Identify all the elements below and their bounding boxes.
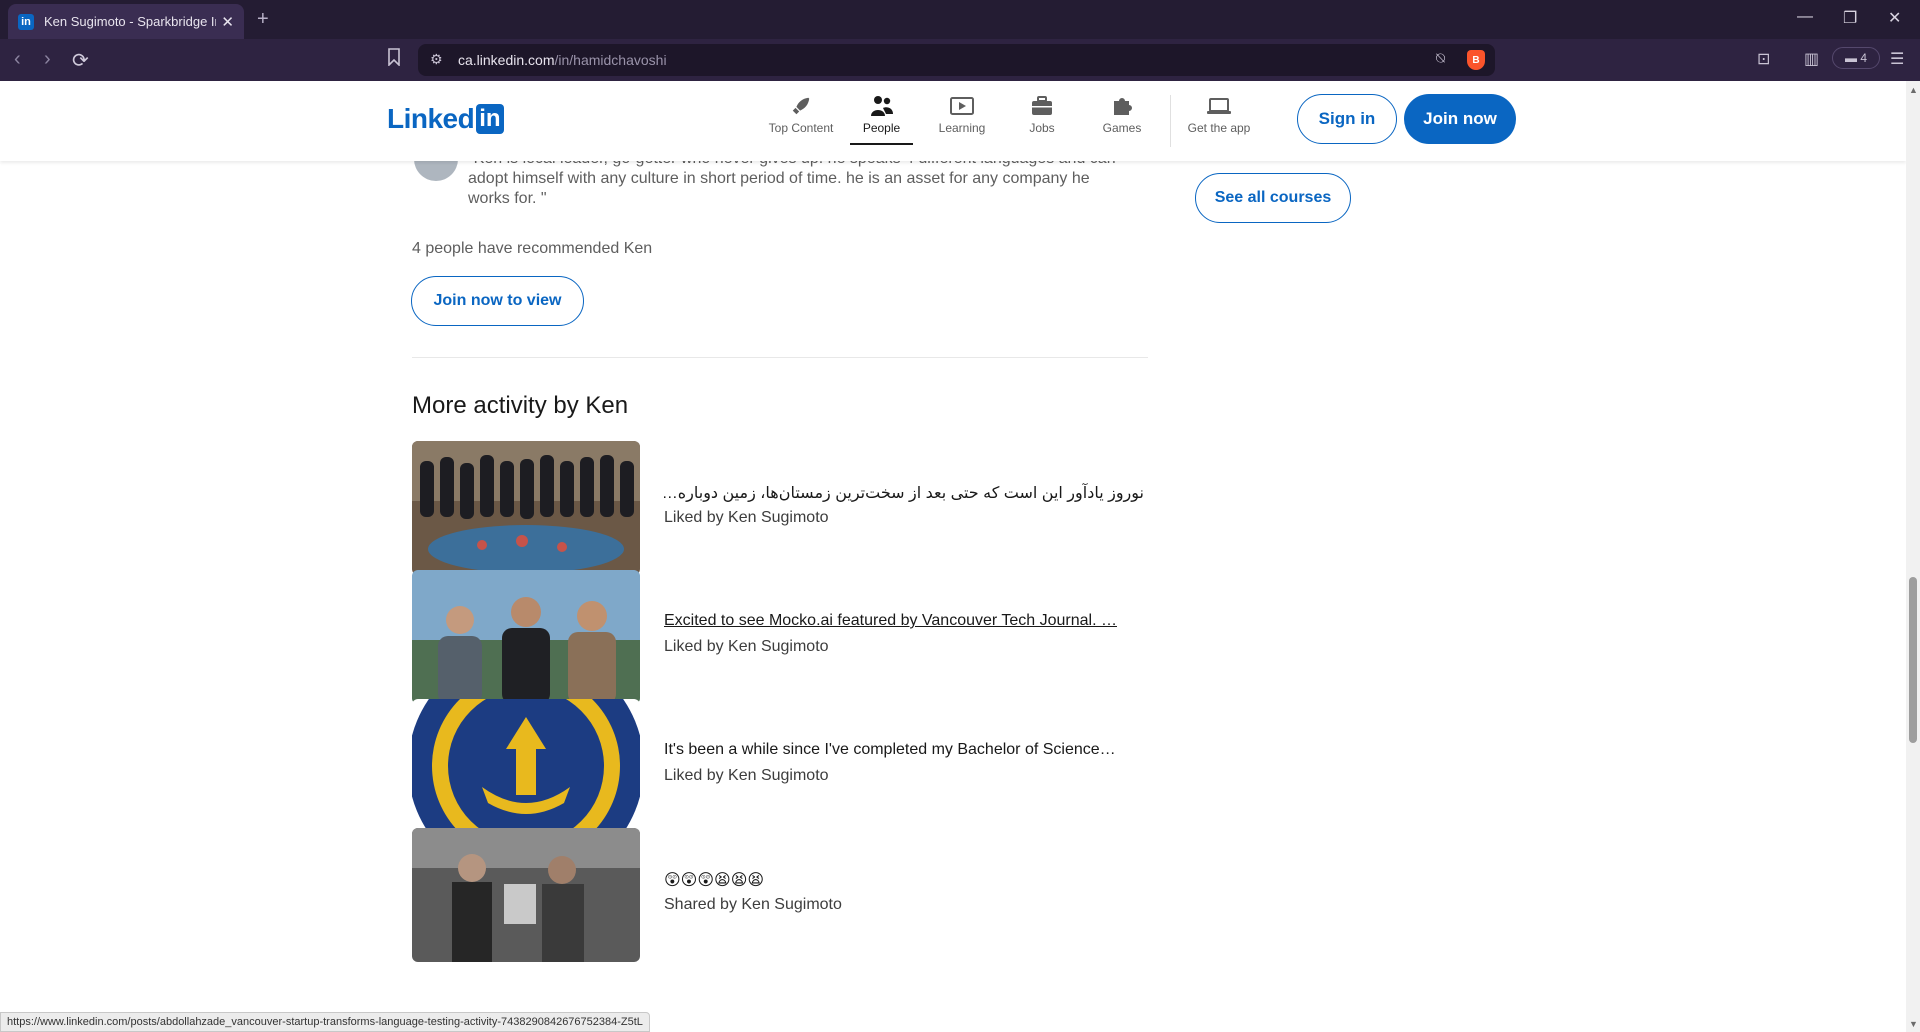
page-viewport: Linked in Top Content People Learning Jo…: [0, 81, 1906, 1032]
activity-subtitle: Liked by Ken Sugimoto: [664, 509, 829, 526]
bookmark-icon[interactable]: [387, 48, 401, 66]
activity-item[interactable]: 😲😲😲😫😫😫 Shared by Ken Sugimoto: [412, 828, 1148, 962]
briefcase-icon: [1030, 95, 1054, 117]
linkedin-favicon-icon: in: [18, 13, 34, 30]
sidebar-icon[interactable]: ▥: [1804, 49, 1819, 69]
status-bar-url: https://www.linkedin.com/posts/abdollahz…: [0, 1012, 650, 1032]
rocket-icon: [789, 95, 813, 117]
scrollbar-thumb[interactable]: [1909, 577, 1917, 743]
wallet-count: 4: [1860, 51, 1868, 65]
nav-learning[interactable]: Learning: [930, 95, 994, 147]
nav-label: People: [862, 121, 901, 135]
activity-item[interactable]: Excited to see Mocko.ai featured by Vanc…: [412, 570, 1148, 704]
menu-icon[interactable]: ☰: [1890, 49, 1904, 69]
people-icon: [870, 95, 894, 117]
puzzle-icon: [1110, 95, 1134, 117]
learning-icon: [950, 95, 974, 117]
close-tab-icon[interactable]: ✕: [221, 13, 234, 31]
browser-tab-bar: in Ken Sugimoto - Sparkbridge Inc ✕ + — …: [0, 0, 1920, 39]
activity-item[interactable]: نوروز یادآور این است که حتی بعد از سخت‌ت…: [412, 441, 1148, 575]
site-settings-icon[interactable]: ⚙: [430, 51, 443, 68]
browser-toolbar: ‹ › ⟳ ⚙ ca.linkedin.com/in/hamidchavoshi…: [0, 39, 1920, 81]
nav-label: Jobs: [1029, 121, 1055, 135]
nav-people[interactable]: People: [850, 95, 913, 147]
browser-tab[interactable]: in Ken Sugimoto - Sparkbridge Inc ✕: [8, 4, 244, 39]
nav-jobs[interactable]: Jobs: [1020, 95, 1064, 147]
url-text: ca.linkedin.com/in/hamidchavoshi: [458, 52, 667, 68]
nav-label: Top Content: [768, 121, 834, 135]
wallet-icon: ▬: [1844, 51, 1861, 65]
forward-icon[interactable]: ›: [44, 48, 51, 71]
address-bar[interactable]: ⚙ ca.linkedin.com/in/hamidchavoshi ⍉ B: [418, 44, 1495, 76]
activity-title[interactable]: 😲😲😲😫😫😫: [664, 870, 1144, 890]
nav-top-content[interactable]: Top Content: [766, 95, 836, 147]
minimize-icon[interactable]: —: [1797, 8, 1813, 26]
screenshot-icon[interactable]: ⊡: [1757, 49, 1770, 69]
see-all-courses-button[interactable]: See all courses: [1195, 173, 1351, 223]
linkedin-logo[interactable]: Linked in: [387, 103, 504, 135]
linkedin-header: Linked in Top Content People Learning Jo…: [0, 81, 1906, 161]
nav-divider: [1170, 95, 1171, 147]
active-nav-indicator: [850, 143, 913, 145]
activity-title[interactable]: Excited to see Mocko.ai featured by Vanc…: [664, 612, 1144, 630]
back-icon[interactable]: ‹: [14, 48, 21, 71]
activity-thumbnail[interactable]: [412, 570, 640, 704]
logo-box: in: [476, 104, 504, 134]
wallet-button[interactable]: ▬ 4: [1832, 47, 1880, 69]
recommendation-count: 4 people have recommended Ken: [412, 240, 653, 257]
scroll-down-icon[interactable]: ▼: [1909, 1019, 1918, 1029]
section-divider: [412, 357, 1148, 358]
nav-label: Learning: [938, 121, 986, 135]
sign-in-button[interactable]: Sign in: [1297, 94, 1397, 144]
activity-thumbnail[interactable]: [412, 441, 640, 575]
join-now-to-view-button[interactable]: Join now to view: [411, 276, 584, 326]
new-tab-icon[interactable]: +: [257, 8, 269, 31]
page-scrollbar[interactable]: ▲ ▼: [1906, 81, 1920, 1032]
nav-games[interactable]: Games: [1098, 95, 1146, 147]
nav-label: Get the app: [1187, 121, 1251, 135]
laptop-icon: [1207, 95, 1231, 117]
brave-shield-icon[interactable]: B: [1467, 50, 1485, 70]
activity-thumbnail[interactable]: [412, 828, 640, 962]
activity-title[interactable]: It's been a while since I've completed m…: [664, 741, 1144, 759]
logo-text: Linked: [387, 103, 475, 134]
activity-subtitle: Shared by Ken Sugimoto: [664, 896, 842, 913]
reader-mode-icon[interactable]: ⍉: [1436, 50, 1445, 67]
tab-title: Ken Sugimoto - Sparkbridge Inc: [44, 14, 216, 29]
activity-subtitle: Liked by Ken Sugimoto: [664, 767, 829, 784]
close-window-icon[interactable]: ✕: [1888, 8, 1901, 28]
nav-get-the-app[interactable]: Get the app: [1184, 95, 1254, 147]
restore-icon[interactable]: ❐: [1843, 8, 1857, 28]
scroll-up-icon[interactable]: ▲: [1909, 85, 1918, 95]
activity-subtitle: Liked by Ken Sugimoto: [664, 638, 829, 655]
activity-thumbnail[interactable]: [412, 699, 640, 833]
reload-icon[interactable]: ⟳: [72, 48, 89, 73]
activity-item[interactable]: It's been a while since I've completed m…: [412, 699, 1148, 833]
nav-label: Games: [1102, 121, 1142, 135]
activity-title[interactable]: نوروز یادآور این است که حتی بعد از سخت‌ت…: [664, 483, 1144, 503]
join-now-button[interactable]: Join now: [1404, 94, 1516, 144]
section-title: More activity by Ken: [412, 392, 629, 419]
